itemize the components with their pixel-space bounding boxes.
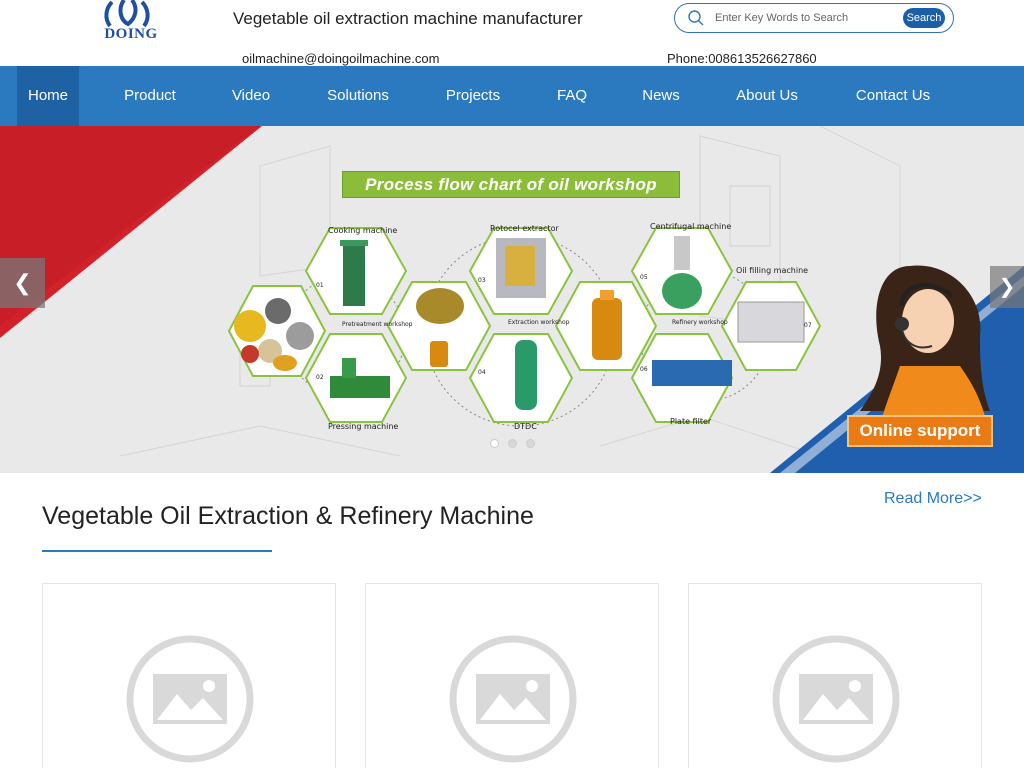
oil-bottle-illustration: [592, 290, 622, 360]
read-more-link[interactable]: Read More>>: [884, 490, 982, 508]
step-number: 05: [640, 274, 648, 281]
label-dtdc: DTDC: [514, 422, 537, 431]
search-box: Search: [674, 3, 954, 33]
nav-item-about-us[interactable]: About Us: [724, 66, 810, 126]
label-pretreatment-workshop: Pretreatment workshop: [342, 321, 413, 328]
image-placeholder-icon: [449, 635, 577, 763]
slider-dot[interactable]: [490, 439, 499, 448]
slider-dot[interactable]: [526, 439, 535, 448]
step-number: 03: [478, 277, 486, 284]
online-support-button[interactable]: Online support: [847, 415, 993, 447]
nav-item-news[interactable]: News: [632, 66, 690, 126]
label-rotocel-extractor: Rotocel extractor: [490, 224, 559, 233]
image-placeholder-icon: [772, 635, 900, 763]
plate-filter-illustration: [652, 360, 732, 386]
site-header: DOING Vegetable oil extraction machine m…: [0, 0, 1024, 66]
product-card[interactable]: [42, 583, 336, 768]
label-plate-filter: Plate filter: [670, 417, 712, 426]
logo-text: DOING: [104, 26, 158, 42]
logo[interactable]: DOING: [98, 0, 164, 44]
main-nav: Home Product Video Solutions Projects FA…: [0, 66, 1024, 126]
section-underline: [42, 550, 272, 552]
label-cooking-machine: Cooking machine: [328, 226, 398, 235]
nav-item-product[interactable]: Product: [112, 66, 188, 126]
banner-title: Process flow chart of oil workshop: [342, 171, 680, 198]
search-button[interactable]: Search: [903, 8, 945, 28]
contact-email[interactable]: oilmachine@doingoilmachine.com: [242, 51, 439, 66]
nav-item-faq[interactable]: FAQ: [546, 66, 598, 126]
label-extraction-workshop: Extraction workshop: [508, 319, 570, 326]
label-refinery-workshop: Refinery workshop: [672, 319, 728, 326]
step-number: 07: [804, 322, 812, 329]
banner-slider[interactable]: Process flow chart of oil workshop Cooki…: [0, 126, 1024, 473]
site-title: Vegetable oil extraction machine manufac…: [233, 9, 583, 28]
product-card[interactable]: [688, 583, 982, 768]
label-pressing-machine: Pressing machine: [328, 422, 399, 431]
search-input[interactable]: [715, 9, 895, 27]
slider-prev-button[interactable]: ❮: [0, 258, 45, 308]
section-title: Vegetable Oil Extraction & Refinery Mach…: [42, 502, 534, 530]
oil-filling-illustration: [737, 301, 805, 343]
nav-item-contact-us[interactable]: Contact Us: [843, 66, 943, 126]
step-number: 04: [478, 369, 486, 376]
label-centrifugal-machine: Centrifugal machine: [650, 222, 732, 231]
product-card[interactable]: [365, 583, 659, 768]
dtdc-illustration: [515, 340, 537, 410]
chevron-right-icon: ❯: [998, 276, 1016, 298]
nav-item-projects[interactable]: Projects: [434, 66, 512, 126]
contact-phone: Phone:008613526627860: [667, 51, 817, 66]
cooking-machine-illustration: [340, 240, 368, 306]
image-placeholder-icon: [126, 635, 254, 763]
step-number: 02: [316, 374, 324, 381]
step-number: 01: [316, 282, 324, 289]
nav-item-solutions[interactable]: Solutions: [314, 66, 402, 126]
step-number: 06: [640, 366, 648, 373]
search-icon[interactable]: [687, 9, 705, 27]
chevron-left-icon: ❮: [13, 270, 32, 295]
slider-dot[interactable]: [508, 439, 517, 448]
label-oil-filling-machine: Oil filling machine: [736, 266, 809, 275]
nav-item-home[interactable]: Home: [17, 66, 79, 126]
rotocel-extractor-illustration: [496, 238, 546, 298]
nav-item-video[interactable]: Video: [221, 66, 281, 126]
